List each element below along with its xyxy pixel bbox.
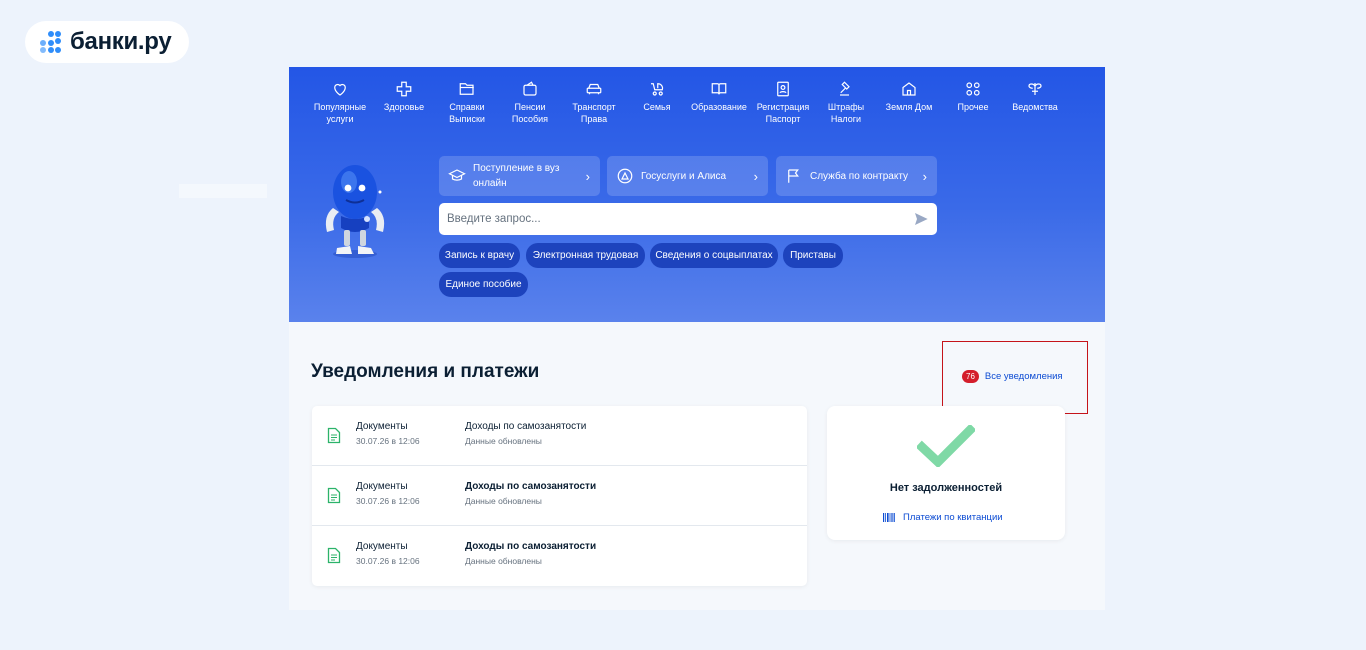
tag-social-payments[interactable]: Сведения о соцвыплатах	[650, 243, 778, 268]
no-debts-card: Нет задолженностей Платежи по квитанции	[827, 406, 1065, 540]
document-icon	[327, 547, 341, 564]
search-input[interactable]	[447, 213, 911, 225]
list-item[interactable]: Документы 30.07.26 в 12:06 Доходы по сам…	[312, 526, 807, 586]
emblem-icon	[1025, 79, 1045, 99]
id-card-icon	[773, 79, 793, 99]
nav-item-health[interactable]: Здоровье	[382, 79, 426, 113]
nav-item-education[interactable]: Образование	[691, 79, 747, 113]
nav-item-registration[interactable]: Регистрация Паспорт	[755, 79, 811, 125]
faded-placeholder	[179, 184, 267, 198]
receipt-payments-label: Платежи по квитанции	[903, 512, 1003, 523]
notifications-list: Документы 30.07.26 в 12:06 Доходы по сам…	[312, 406, 807, 586]
stroller-icon	[647, 79, 667, 99]
promo-contract-service[interactable]: Служба по контракту ›	[776, 156, 937, 196]
car-icon	[584, 79, 604, 99]
receipt-payments-link[interactable]: Платежи по квитанции	[883, 512, 1003, 523]
all-notifications-label: Все уведомления	[984, 371, 1063, 382]
grid-icon	[963, 79, 983, 99]
flag-icon	[784, 166, 804, 186]
all-notifications-link[interactable]: 76 Все уведомления	[962, 370, 1063, 383]
tag-doctor-appointment[interactable]: Запись к врачу	[439, 243, 520, 268]
nav-item-fines[interactable]: Штрафы Налоги	[824, 79, 868, 125]
nav-item-transport[interactable]: Транспорт Права	[569, 79, 619, 125]
nav-item-land-house[interactable]: Земля Дом	[883, 79, 935, 113]
hero-banner: Популярные услуги Здоровье Справки Выпис…	[289, 67, 1105, 322]
book-icon	[709, 79, 729, 99]
chevron-right-icon: ›	[585, 168, 590, 184]
nav-item-family[interactable]: Семья	[637, 79, 677, 113]
notifications-title: Уведомления и платежи	[311, 361, 540, 382]
tag-single-allowance[interactable]: Единое пособие	[439, 272, 528, 297]
plus-icon	[394, 79, 414, 99]
promo-university-admission[interactable]: Поступление в вуз онлайн ›	[439, 156, 600, 196]
barcode-icon	[883, 513, 895, 522]
list-item[interactable]: Документы 30.07.26 в 12:06 Доходы по сам…	[312, 466, 807, 526]
document-icon	[327, 487, 341, 504]
nav-item-other[interactable]: Прочее	[953, 79, 993, 113]
heart-icon	[330, 79, 350, 99]
tag-electronic-work-book[interactable]: Электронная трудовая	[526, 243, 645, 268]
tag-bailiffs[interactable]: Приставы	[783, 243, 843, 268]
list-item[interactable]: Документы 30.07.26 в 12:06 Доходы по сам…	[312, 406, 807, 466]
chevron-right-icon: ›	[753, 168, 758, 184]
folder-icon	[457, 79, 477, 99]
robot-mascot-icon	[325, 165, 385, 258]
wallet-icon	[520, 79, 540, 99]
nav-item-certificates[interactable]: Справки Выписки	[445, 79, 489, 125]
category-nav: Популярные услуги Здоровье Справки Выпис…	[289, 79, 1105, 129]
gavel-icon	[836, 79, 856, 99]
house-icon	[899, 79, 919, 99]
chevron-right-icon: ›	[922, 168, 927, 184]
notification-count-badge: 76	[962, 370, 979, 383]
send-icon[interactable]	[911, 209, 931, 229]
banki-logo[interactable]: банки.ру	[25, 21, 189, 63]
gosuslugi-screenshot: Популярные услуги Здоровье Справки Выпис…	[289, 67, 1105, 610]
alice-icon	[615, 166, 635, 186]
checkmark-icon	[917, 425, 975, 467]
logo-dots-icon	[38, 29, 64, 55]
graduation-cap-icon	[447, 166, 467, 186]
nav-item-agencies[interactable]: Ведомства	[1009, 79, 1061, 113]
nav-item-pensions[interactable]: Пенсии Пособия	[508, 79, 552, 125]
document-icon	[327, 427, 341, 444]
no-debts-title: Нет задолженностей	[889, 482, 1003, 494]
nav-item-popular[interactable]: Популярные услуги	[314, 79, 366, 125]
search-bar	[439, 203, 937, 235]
logo-text: банки.ру	[70, 28, 172, 55]
promo-alice[interactable]: Госуслуги и Алиса ›	[607, 156, 768, 196]
